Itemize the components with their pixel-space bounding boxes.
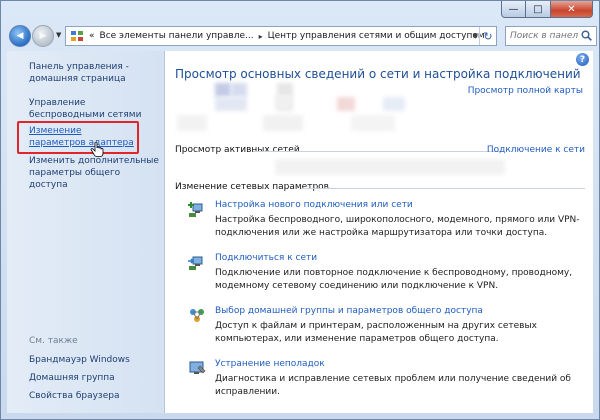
active-networks-divider: [253, 151, 503, 152]
maximize-button[interactable]: □: [526, 1, 551, 18]
full-map-link[interactable]: Просмотр полной карты: [468, 86, 583, 96]
search-box[interactable]: [505, 26, 597, 46]
minimize-button[interactable]: —: [501, 1, 526, 18]
breadcrumb-network-center[interactable]: Центр управления сетями и общим доступом: [268, 31, 485, 41]
recent-pages-dropdown[interactable]: ▼: [56, 31, 61, 39]
sidebar-item-wireless[interactable]: Управление беспроводными сетями: [29, 97, 161, 121]
new-connection-description: Настройка беспроводного, широкополосного…: [215, 215, 580, 238]
arrow-right-icon: ▶: [39, 31, 47, 41]
active-networks-label: Просмотр активных сетей: [175, 145, 300, 155]
search-input[interactable]: [510, 31, 578, 41]
refresh-button[interactable]: ↻: [479, 27, 496, 45]
task-new-connection: Настройка нового подключения или сети На…: [187, 200, 587, 242]
control-panel-icon: [69, 29, 85, 43]
close-button[interactable]: ✕: [551, 1, 593, 18]
breadcrumb-all-items[interactable]: Все элементы панели управле...: [100, 31, 254, 41]
sidebar-item-home[interactable]: Панель управления - домашняя страница: [29, 61, 161, 85]
change-settings-label: Изменение сетевых параметров: [175, 182, 329, 192]
address-bar[interactable]: « Все элементы панели управле... ▸ Центр…: [65, 26, 497, 46]
homegroup-icon: [190, 309, 204, 322]
sidebar-item-homegroup[interactable]: Домашняя группа: [29, 372, 161, 384]
address-overflow[interactable]: «: [89, 31, 95, 41]
breadcrumb-separator[interactable]: ▸: [259, 32, 263, 41]
homegroup-description: Доступ к файлам и принтерам, расположенн…: [215, 321, 537, 344]
see-also-heading: См. также: [29, 336, 78, 346]
connect-network-icon: [188, 256, 203, 270]
homegroup-link[interactable]: Выбор домашней группы и параметров общег…: [215, 306, 483, 316]
arrow-left-icon: ◀: [16, 31, 24, 41]
forward-button[interactable]: ▶: [32, 25, 54, 47]
main-content: ? Просмотр основных сведений о сети и на…: [165, 51, 593, 413]
explorer-window: — □ ✕ ◀ ▶ ▼ « Все элементы панели управл…: [0, 0, 600, 420]
new-connection-icon: [188, 202, 203, 217]
task-homegroup: Выбор домашней группы и параметров общег…: [187, 306, 587, 348]
task-connect: Подключиться к сети Подключение или повт…: [187, 253, 587, 295]
troubleshoot-link[interactable]: Устранение неполадок: [215, 359, 325, 369]
new-connection-link[interactable]: Настройка нового подключения или сети: [215, 200, 413, 210]
search-icon: [581, 30, 592, 41]
window-controls: — □ ✕: [501, 1, 593, 18]
connect-to-network-link[interactable]: Подключение к сети: [487, 145, 585, 155]
change-settings-divider: [301, 188, 585, 189]
page-title: Просмотр основных сведений о сети и наст…: [175, 67, 581, 81]
back-button[interactable]: ◀: [9, 25, 31, 47]
connect-network-link[interactable]: Подключиться к сети: [215, 253, 317, 263]
address-dropdown-icon[interactable]: ▼: [473, 32, 478, 40]
troubleshoot-icon: [189, 361, 206, 374]
sidebar-item-firewall[interactable]: Брандмауэр Windows: [29, 354, 161, 366]
task-troubleshoot: Устранение неполадок Диагностика и испра…: [187, 359, 587, 397]
navigation-bar: ◀ ▶ ▼ « Все элементы панели управле... ▸…: [7, 23, 597, 49]
troubleshoot-description: Диагностика и исправление сетевых пробле…: [215, 374, 571, 397]
sidebar-item-browser-properties[interactable]: Свойства браузера: [29, 390, 161, 402]
sidebar: Панель управления - домашняя страница Уп…: [7, 51, 165, 413]
help-icon[interactable]: ?: [576, 53, 589, 66]
active-network-blurred: [275, 159, 505, 175]
connect-network-description: Подключение или повторное подключение к …: [215, 268, 573, 291]
sidebar-item-sharing[interactable]: Изменить дополнительные параметры общего…: [29, 155, 161, 191]
highlight-annotation: [17, 121, 139, 154]
